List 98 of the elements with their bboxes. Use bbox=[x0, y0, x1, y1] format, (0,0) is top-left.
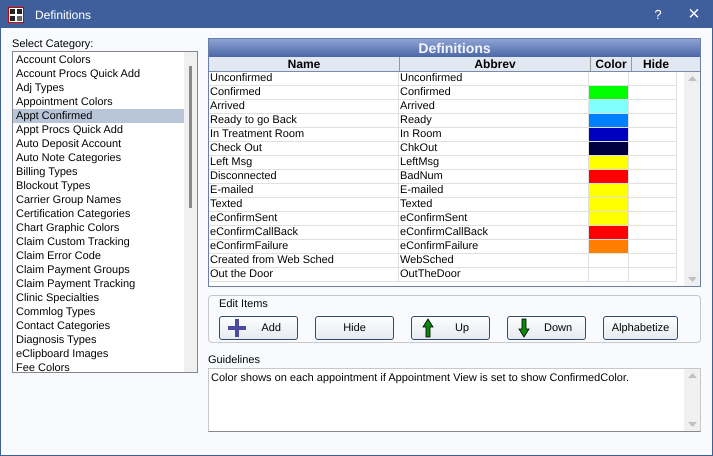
category-item[interactable]: Adj Types bbox=[13, 81, 184, 95]
table-cell bbox=[629, 72, 677, 86]
window-title: Definitions bbox=[35, 8, 92, 22]
action-button[interactable]: Alphabetize bbox=[603, 316, 678, 340]
category-item[interactable]: Appt Procs Quick Add bbox=[13, 123, 184, 137]
column-header[interactable]: Color bbox=[591, 57, 632, 71]
category-item[interactable]: Claim Custom Tracking bbox=[13, 235, 184, 249]
table-cell: Unconfirmed bbox=[209, 72, 399, 86]
table-cell: Arrived bbox=[209, 100, 399, 114]
grid-title: Definitions bbox=[209, 39, 700, 57]
category-item[interactable]: Carrier Group Names bbox=[13, 193, 184, 207]
table-cell bbox=[629, 170, 677, 184]
table-cell: Check Out bbox=[209, 142, 399, 156]
table-cell: Texted bbox=[399, 198, 589, 212]
table-cell bbox=[629, 114, 677, 128]
table-cell: E-mailed bbox=[209, 184, 399, 198]
table-cell: eConfirmCallBack bbox=[209, 226, 399, 240]
table-cell: Left Msg bbox=[209, 156, 399, 170]
table-cell: Created from Web Sched bbox=[209, 254, 399, 268]
column-header[interactable]: Abbrev bbox=[400, 57, 591, 71]
table-cell: Disconnected bbox=[209, 170, 399, 184]
category-item[interactable]: Fee Colors bbox=[13, 361, 184, 375]
up-button[interactable]: Up bbox=[411, 316, 490, 340]
table-cell: Ready to go Back bbox=[209, 114, 399, 128]
table-cell: Out the Door bbox=[209, 268, 399, 282]
category-item[interactable]: Diagnosis Types bbox=[13, 333, 184, 347]
column-header[interactable]: Hide bbox=[632, 57, 680, 71]
guidelines-label: Guidelines bbox=[208, 353, 261, 367]
table-cell bbox=[629, 212, 677, 226]
column-header[interactable]: Name bbox=[209, 57, 400, 71]
guidelines-text: Color shows on each appointment if Appointment View is set to show ConfirmedColor. bbox=[210, 371, 630, 386]
category-item[interactable]: Claim Payment Tracking bbox=[13, 277, 184, 291]
table-cell bbox=[629, 156, 677, 170]
scroll-down-icon[interactable] bbox=[688, 422, 696, 427]
table-cell: LeftMsg bbox=[399, 156, 589, 170]
scrollbar[interactable] bbox=[184, 52, 197, 372]
table-cell bbox=[589, 268, 629, 282]
category-item[interactable]: Blockout Types bbox=[13, 179, 184, 193]
table-cell: Confirmed bbox=[209, 86, 399, 100]
table-cell: In Room bbox=[399, 128, 589, 142]
table-cell: eConfirmFailure bbox=[399, 240, 589, 254]
down-button[interactable]: Down bbox=[507, 316, 586, 340]
group-label: Edit Items bbox=[219, 298, 268, 311]
up-arrow-icon bbox=[422, 318, 434, 338]
category-item[interactable]: Clinic Specialties bbox=[13, 291, 184, 305]
category-item[interactable]: Commlog Types bbox=[13, 305, 184, 319]
table-cell: Ready bbox=[399, 114, 589, 128]
grid-icon bbox=[8, 6, 24, 22]
scroll-down-icon[interactable] bbox=[688, 277, 696, 282]
table-cell bbox=[629, 240, 677, 254]
category-item[interactable]: Certification Categories bbox=[13, 207, 184, 221]
plus-icon bbox=[227, 318, 247, 338]
category-item[interactable]: Contact Categories bbox=[13, 319, 184, 333]
action-button[interactable]: Hide bbox=[315, 316, 394, 340]
category-item[interactable]: Appt Confirmed bbox=[13, 109, 184, 123]
scrollbar[interactable] bbox=[684, 72, 700, 286]
category-item[interactable]: Claim Error Code bbox=[13, 249, 184, 263]
table-cell bbox=[629, 128, 677, 142]
table-cell bbox=[629, 184, 677, 198]
table-cell: Unconfirmed bbox=[399, 72, 589, 86]
table-cell: eConfirmSent bbox=[209, 212, 399, 226]
table-cell bbox=[629, 226, 677, 240]
close-button[interactable]: × bbox=[676, 1, 712, 28]
table-cell: eConfirmSent bbox=[399, 212, 589, 226]
table-cell: OutTheDoor bbox=[399, 268, 589, 282]
table-cell bbox=[589, 254, 629, 268]
table-cell: WebSched bbox=[399, 254, 589, 268]
table-cell bbox=[629, 198, 677, 212]
table-cell: E-mailed bbox=[399, 184, 589, 198]
table-cell: Confirmed bbox=[399, 86, 589, 100]
category-label: Select Category: bbox=[12, 37, 94, 51]
category-item[interactable]: eClipboard Images bbox=[13, 347, 184, 361]
table-cell bbox=[629, 100, 677, 114]
category-item[interactable]: Auto Note Categories bbox=[13, 151, 184, 165]
table-cell: eConfirmCallBack bbox=[399, 226, 589, 240]
table-cell bbox=[629, 142, 677, 156]
category-item[interactable]: Appointment Colors bbox=[13, 95, 184, 109]
category-item[interactable]: Auto Deposit Account bbox=[13, 137, 184, 151]
table-cell: Texted bbox=[209, 198, 399, 212]
table-cell: Arrived bbox=[399, 100, 589, 114]
category-item[interactable]: Chart Graphic Colors bbox=[13, 221, 184, 235]
help-button[interactable]: ? bbox=[640, 1, 676, 28]
category-item[interactable]: Claim Payment Groups bbox=[13, 263, 184, 277]
scrollbar[interactable] bbox=[684, 369, 700, 431]
table-cell bbox=[629, 254, 677, 268]
table-cell bbox=[629, 86, 677, 100]
add-button[interactable]: Add bbox=[219, 316, 298, 340]
scroll-up-icon[interactable] bbox=[688, 76, 696, 81]
table-cell: eConfirmFailure bbox=[209, 240, 399, 254]
table-cell: In Treatment Room bbox=[209, 128, 399, 142]
category-item[interactable]: Account Procs Quick Add bbox=[13, 67, 184, 81]
category-item[interactable]: Billing Types bbox=[13, 165, 184, 179]
down-arrow-icon bbox=[518, 318, 530, 338]
table-cell: ChkOut bbox=[399, 142, 589, 156]
table-cell bbox=[629, 268, 677, 282]
scroll-up-icon[interactable] bbox=[688, 373, 696, 378]
category-item[interactable]: Account Colors bbox=[13, 53, 184, 67]
table-cell: BadNum bbox=[399, 170, 589, 184]
